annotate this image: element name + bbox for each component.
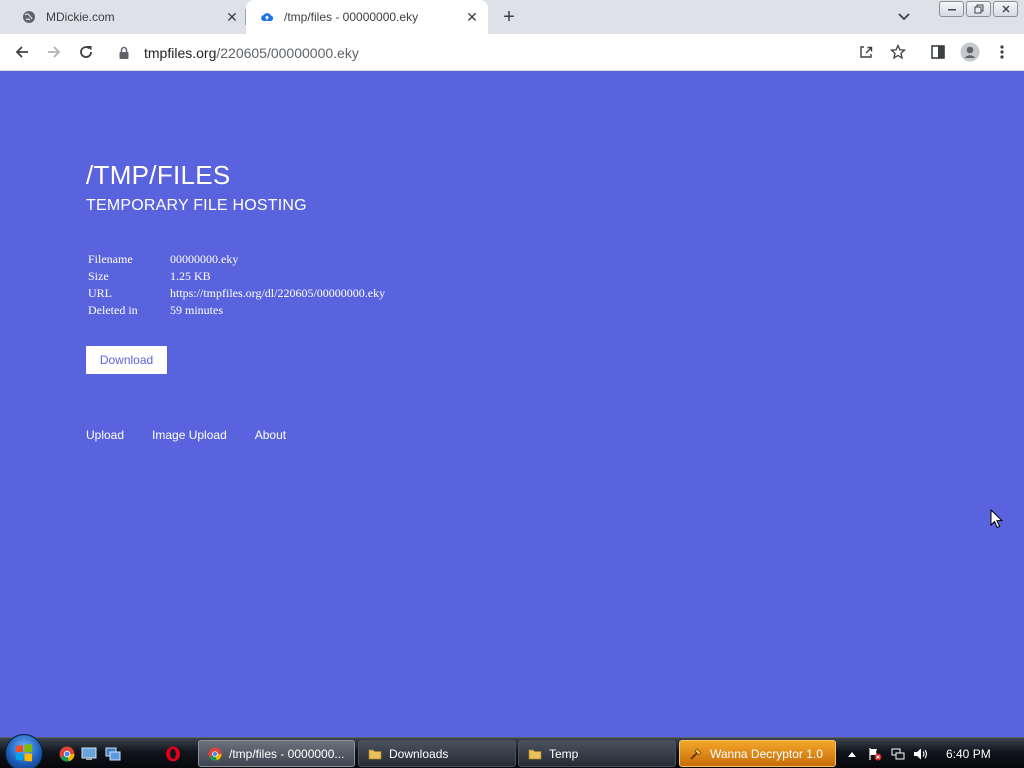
chrome-icon (207, 746, 223, 762)
about-link[interactable]: About (255, 428, 286, 442)
close-tab-icon[interactable]: ✕ (464, 9, 480, 25)
page-content: /TMP/FILES TEMPORARY FILE HOSTING Filena… (86, 160, 387, 442)
volume-icon[interactable] (912, 745, 930, 763)
close-window-icon[interactable] (993, 1, 1018, 17)
wanna-decryptor-icon (688, 746, 704, 762)
system-tray: 6:40 PM (838, 738, 1024, 768)
tab-mdickie[interactable]: MDickie.com ✕ (8, 0, 244, 34)
url-host: tmpfiles.org (144, 44, 217, 61)
action-center-flag-icon[interactable] (866, 745, 884, 763)
task-label: Wanna Decryptor 1.0 (710, 746, 823, 761)
network-icon[interactable] (889, 745, 907, 763)
table-row: Deleted in 59 minutes (86, 302, 387, 319)
globe-icon (22, 10, 36, 24)
side-panel-icon[interactable] (926, 40, 950, 64)
info-value: 59 minutes (170, 303, 223, 317)
share-icon[interactable] (854, 40, 878, 64)
folder-icon (527, 746, 543, 762)
footer-nav: Upload Image Upload About (86, 428, 387, 442)
cloud-upload-icon (260, 10, 274, 24)
task-downloads[interactable]: Downloads (358, 740, 516, 767)
task-label: /tmp/files - 0000000... (229, 746, 345, 761)
star-icon[interactable] (886, 40, 910, 64)
task-temp[interactable]: Temp (518, 740, 676, 767)
table-row: URL https://tmpfiles.org/dl/220605/00000… (86, 285, 387, 302)
table-row: Filename 00000000.eky (86, 251, 387, 268)
address-bar[interactable]: tmpfiles.org/220605/00000000.eky (110, 38, 840, 67)
back-arrow-icon[interactable] (10, 40, 34, 64)
file-info-table: Filename 00000000.eky Size 1.25 KB URL h… (86, 251, 387, 319)
chrome-quicklaunch-icon[interactable] (58, 745, 76, 763)
show-desktop-icon[interactable] (80, 745, 98, 763)
taskbar: /tmp/files - 0000000... Downloads Temp W… (0, 734, 1024, 768)
chevron-down-icon[interactable] (894, 8, 914, 26)
task-label: Downloads (389, 746, 449, 761)
kebab-menu-icon[interactable] (990, 40, 1014, 64)
tab-tmpfiles[interactable]: /tmp/files - 00000000.eky ✕ (246, 0, 488, 34)
profile-avatar-icon[interactable] (958, 40, 982, 64)
upload-link[interactable]: Upload (86, 428, 124, 442)
page-subtitle: TEMPORARY FILE HOSTING (86, 197, 307, 214)
task-wanna-decryptor[interactable]: Wanna Decryptor 1.0 (679, 740, 836, 767)
opera-icon[interactable] (164, 745, 182, 763)
restore-icon[interactable] (966, 1, 991, 17)
table-row: Size 1.25 KB (86, 268, 387, 285)
info-key: Deleted in (88, 303, 138, 317)
tab-title: MDickie.com (46, 10, 115, 24)
forward-arrow-icon[interactable] (42, 40, 66, 64)
task-label: Temp (549, 746, 579, 761)
info-key: URL (88, 286, 112, 300)
lock-icon[interactable] (118, 46, 132, 60)
image-upload-link[interactable]: Image Upload (152, 428, 227, 442)
tab-strip: MDickie.com ✕ /tmp/files - 00000000.eky … (0, 0, 1024, 34)
page-title: /TMP/FILES (86, 160, 231, 190)
taskbar-clock[interactable]: 6:40 PM (946, 747, 991, 761)
minimize-icon[interactable] (939, 1, 964, 17)
switch-windows-icon[interactable] (104, 745, 122, 763)
browser-toolbar: tmpfiles.org/220605/00000000.eky (0, 34, 1024, 71)
mouse-cursor-icon (990, 508, 1004, 534)
tray-expand-icon[interactable] (843, 745, 861, 763)
info-value: 1.25 KB (170, 269, 211, 283)
new-tab-button[interactable]: + (498, 6, 520, 28)
close-tab-icon[interactable]: ✕ (224, 9, 240, 25)
reload-icon[interactable] (74, 40, 98, 64)
tab-title: /tmp/files - 00000000.eky (284, 10, 419, 24)
download-button[interactable]: Download (86, 346, 167, 374)
info-value: https://tmpfiles.org/dl/220605/00000000.… (170, 286, 386, 300)
folder-icon (367, 746, 383, 762)
info-key: Filename (88, 252, 133, 266)
start-button[interactable] (5, 734, 43, 768)
info-value: 00000000.eky (170, 252, 239, 266)
url-path: /220605/00000000.eky (216, 44, 359, 61)
window-controls (939, 1, 1018, 17)
info-key: Size (88, 269, 109, 283)
task-chrome-tmpfiles[interactable]: /tmp/files - 0000000... (198, 740, 355, 767)
